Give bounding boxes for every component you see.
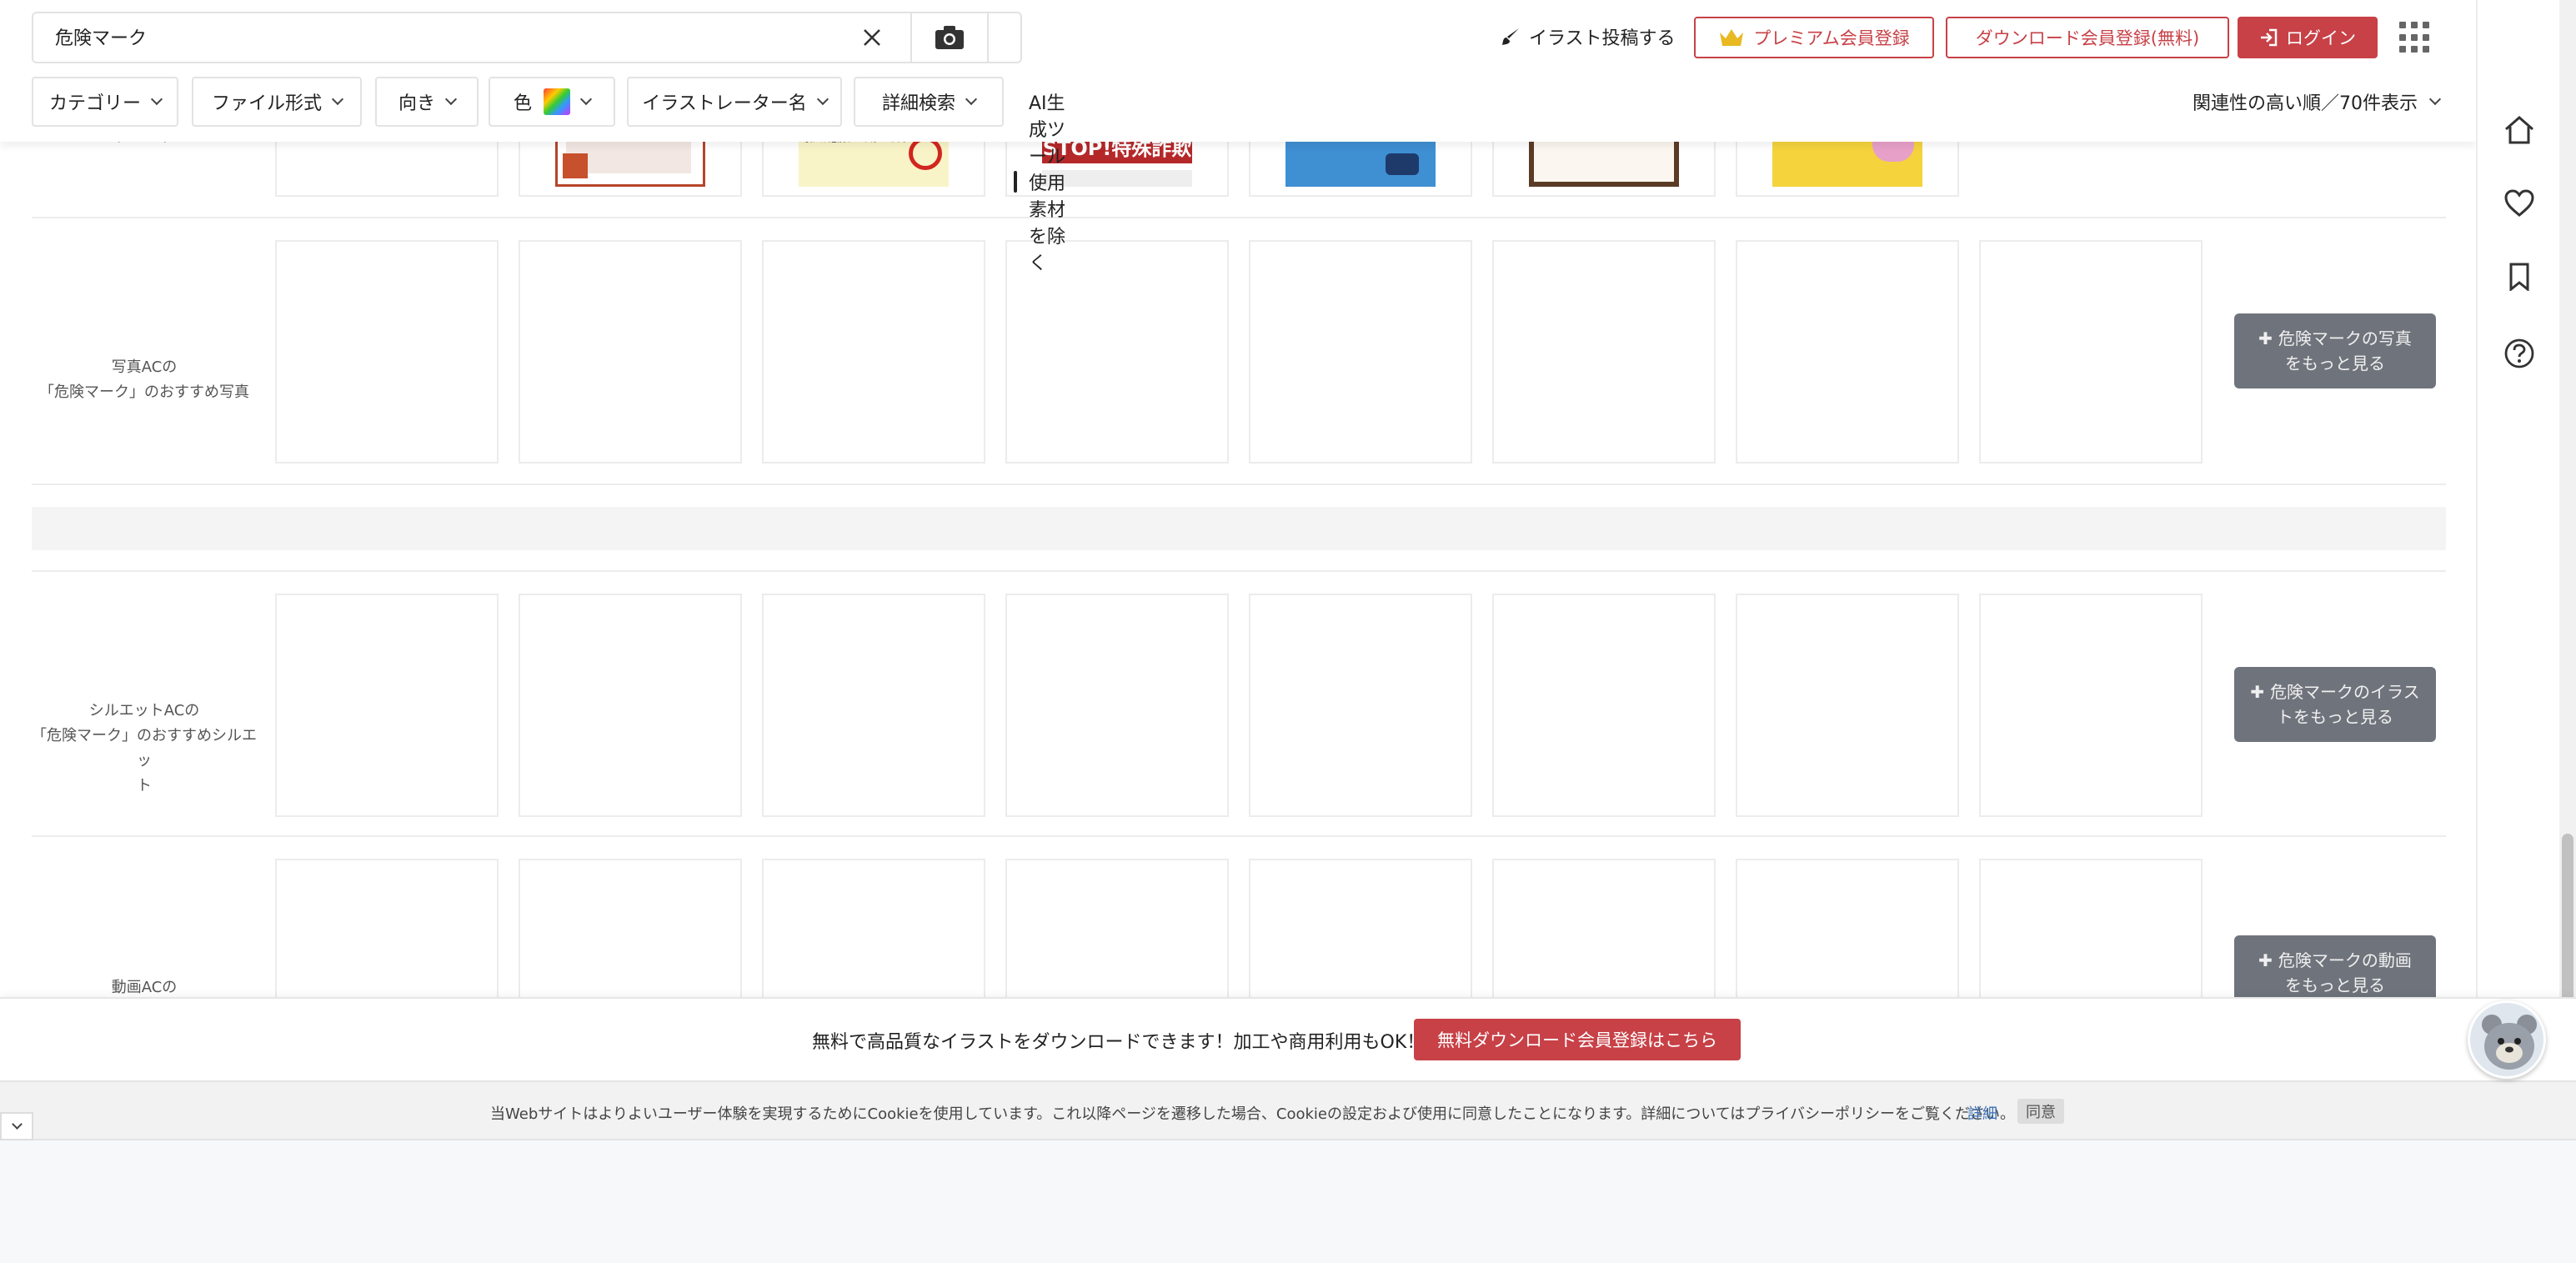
chevron-down-icon [965, 93, 978, 106]
chevron-down-icon [150, 93, 163, 106]
silhouette-thumb-5[interactable] [1249, 594, 1472, 817]
right-rail [2476, 0, 2559, 1084]
chevron-down-icon [2428, 93, 2442, 106]
chevron-down-icon[interactable] [0, 1112, 33, 1140]
home-icon[interactable] [2501, 112, 2538, 148]
premium-signup-button[interactable]: プレミアム会員登録 [1694, 17, 1934, 58]
photo-thumb-7[interactable] [1736, 240, 1959, 464]
crown-icon [1720, 29, 1744, 46]
section-label-silhouette: シルエットACの 「危険マーク」のおすすめシルエッ ト [32, 702, 257, 794]
checkbox-checked-icon [1014, 171, 1017, 193]
chevron-down-icon [579, 93, 593, 106]
silhouette-thumb-1[interactable] [275, 594, 499, 817]
filter-file-format[interactable]: ファイル形式 [192, 77, 362, 127]
photo-thumb-1[interactable] [275, 240, 499, 464]
chevron-down-icon [331, 93, 344, 106]
heart-icon[interactable] [2501, 185, 2538, 222]
login-button[interactable]: ログイン [2238, 17, 2378, 58]
silhouette-thumb-7[interactable] [1736, 594, 1959, 817]
section-label-photo: 写真ACの 「危険マーク」のおすすめ写真 [39, 358, 249, 401]
apps-grid-icon[interactable] [2399, 22, 2431, 53]
page-scrollbar[interactable] [2559, 0, 2576, 1084]
filter-orientation[interactable]: 向き [375, 77, 479, 127]
filter-illustrator[interactable]: イラストレーター名 [627, 77, 842, 127]
section-silhouette: シルエットACの 「危険マーク」のおすすめシルエッ ト ✚ 危険マークのイラス … [32, 570, 2446, 837]
close-icon[interactable] [834, 13, 910, 62]
section-divider-band [32, 507, 2446, 550]
ai-exclude-checkbox[interactable]: AI生成ツール使用素材を除く [1014, 88, 1065, 275]
photo-thumb-2[interactable] [519, 240, 742, 464]
chevron-down-icon [816, 93, 829, 106]
chevron-down-icon [444, 93, 458, 106]
search-bar: 危険マーク [32, 12, 1022, 63]
site-header: 危険マーク イラスト投稿する プレミアム会員登録 ダウンロード会員登録(無料) … [0, 0, 2476, 274]
page-bottom-area [0, 1140, 2576, 1263]
post-illustration-link[interactable]: イラスト投稿する [1501, 20, 1676, 53]
photo-thumb-6[interactable] [1492, 240, 1716, 464]
silhouette-thumb-4[interactable] [1005, 594, 1229, 817]
promo-text: 無料で高品質なイラストをダウンロードできます！加工や商用利用もOK！ [812, 1032, 1426, 1053]
photo-thumb-3[interactable] [762, 240, 985, 464]
more-silhouettes-button[interactable]: ✚ 危険マークのイラス トをもっと見る [2234, 667, 2436, 742]
mascot-chat-icon[interactable] [2468, 1000, 2546, 1079]
camera-icon[interactable] [910, 13, 987, 62]
login-icon [2261, 28, 2278, 47]
search-icon[interactable] [987, 13, 1022, 62]
filter-advanced[interactable]: 詳細検索 [854, 77, 1004, 127]
color-swatch-icon [544, 88, 570, 115]
brush-icon [1502, 28, 1519, 45]
search-input[interactable]: 危険マーク [55, 23, 147, 50]
cookie-detail-link[interactable]: 詳細 [1967, 1102, 1997, 1124]
section-photo: 写真ACの 「危険マーク」のおすすめ写真 ✚ 危険マークの写真 をもっと見る [32, 218, 2446, 485]
plus-icon: ✚ [2258, 328, 2278, 348]
download-signup-button[interactable]: ダウンロード会員登録(無料) [1946, 17, 2229, 58]
sort-dropdown[interactable]: 関連性の高い順／70件表示 [2193, 88, 2442, 115]
signup-promo-bar: 無料で高品質なイラストをダウンロードできます！加工や商用利用もOK！ 無料ダウン… [0, 997, 2576, 1080]
photo-thumb-8[interactable] [1979, 240, 2203, 464]
cookie-notice-text: 当Webサイトはよりよいユーザー体験を実現するためにCookieを使用しています… [490, 1105, 2015, 1123]
silhouette-thumb-6[interactable] [1492, 594, 1716, 817]
bookmark-icon[interactable] [2501, 258, 2538, 295]
help-icon[interactable] [2501, 335, 2538, 372]
filter-color[interactable]: 色 [489, 77, 615, 127]
silhouette-thumb-2[interactable] [519, 594, 742, 817]
cookie-consent-bar: 当Webサイトはよりよいユーザー体験を実現するためにCookieを使用しています… [0, 1080, 2576, 1140]
silhouette-thumb-3[interactable] [762, 594, 985, 817]
photo-thumb-5[interactable] [1249, 240, 1472, 464]
free-signup-button[interactable]: 無料ダウンロード会員登録はこちら [1414, 1019, 1741, 1060]
silhouette-thumb-8[interactable] [1979, 594, 2203, 817]
plus-icon: ✚ [2258, 950, 2278, 970]
more-photos-button[interactable]: ✚ 危険マークの写真 をもっと見る [2234, 313, 2436, 388]
plus-icon: ✚ [2250, 682, 2271, 702]
filter-category[interactable]: カテゴリー [32, 77, 178, 127]
cookie-agree-button[interactable]: 同意 [2017, 1099, 2064, 1124]
